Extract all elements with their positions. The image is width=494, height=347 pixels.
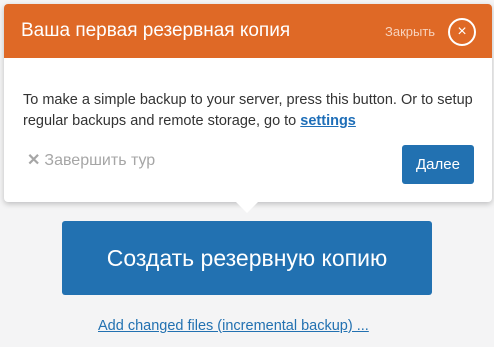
settings-link[interactable]: settings [300, 113, 356, 129]
end-tour-button[interactable]: ✕ Завершить тур [27, 151, 155, 171]
tour-description: To make a simple backup to your server, … [23, 90, 478, 132]
close-icon[interactable]: × [448, 18, 476, 46]
tour-popup-arrow [232, 198, 262, 213]
tour-header: Ваша первая резервная копия Закрыть × [4, 4, 492, 58]
close-link[interactable]: Закрыть [385, 24, 435, 40]
create-backup-button[interactable]: Создать резервную копию [62, 221, 432, 295]
next-button[interactable]: Далее [402, 145, 474, 184]
tour-popup: Ваша первая резервная копия Закрыть × To… [4, 4, 492, 202]
incremental-backup-link[interactable]: Add changed files (incremental backup) .… [98, 317, 369, 335]
end-tour-label: Завершить тур [44, 152, 156, 169]
tour-description-text: To make a simple backup to your server, … [23, 92, 473, 129]
tour-title: Ваша первая резервная копия [21, 20, 291, 41]
end-tour-x-icon: ✕ [27, 152, 41, 169]
